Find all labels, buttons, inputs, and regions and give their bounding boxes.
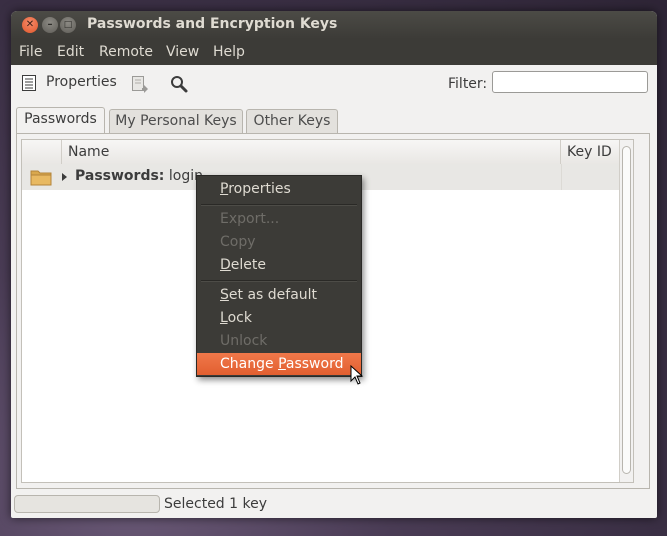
ctx-label-before: Change [220, 356, 279, 372]
row-name-bold: Passwords: [75, 168, 165, 184]
ctx-label-rest: ock [227, 310, 252, 326]
properties-icon [22, 75, 36, 91]
filter-label: Filter: [448, 76, 488, 92]
menu-help[interactable]: Help [213, 44, 245, 60]
expander-arrow-icon[interactable] [62, 173, 67, 181]
progress-bar [14, 495, 160, 513]
mouse-pointer-icon [350, 365, 364, 385]
folder-icon [30, 170, 52, 186]
mnemonic-p: P [220, 181, 229, 197]
properties-label: Properties [46, 74, 117, 90]
column-name-header[interactable]: Name [62, 140, 561, 164]
export-icon[interactable] [131, 75, 151, 95]
ctx-label-rest: et as default [228, 287, 318, 303]
mnemonic-s: S [220, 287, 229, 303]
scrollbar-thumb[interactable] [622, 146, 631, 474]
window-title: Passwords and Encryption Keys [87, 16, 338, 32]
context-export: Export... [220, 211, 280, 227]
row-name: Passwords: login [75, 168, 203, 184]
filter-input[interactable] [492, 71, 648, 93]
context-properties[interactable]: Properties [197, 178, 361, 200]
status-text: Selected 1 key [164, 496, 268, 512]
mnemonic-d: D [220, 257, 231, 273]
search-icon[interactable] [169, 74, 189, 94]
ctx-label-rest: elete [230, 257, 266, 273]
close-icon[interactable]: ✕ [22, 17, 38, 33]
context-menu: Properties Export... Copy Delete Set as … [196, 175, 362, 377]
context-copy: Copy [220, 234, 256, 250]
table-header: Name Key ID [22, 140, 633, 165]
menu-remote[interactable]: Remote [99, 44, 153, 60]
context-change-password[interactable]: Change Password [197, 353, 361, 375]
context-lock[interactable]: Lock [197, 307, 361, 329]
menu-file[interactable]: File [19, 44, 42, 60]
tab-passwords[interactable]: Passwords [16, 107, 105, 134]
minimize-icon[interactable]: – [42, 17, 58, 33]
context-delete[interactable]: Delete [197, 254, 361, 276]
ctx-label-rest: roperties [228, 181, 291, 197]
tab-my-personal-keys[interactable]: My Personal Keys [109, 109, 243, 133]
title-bar[interactable]: ✕ – □ Passwords and Encryption Keys [11, 11, 657, 39]
vertical-scrollbar[interactable] [619, 140, 633, 482]
column-divider [561, 164, 562, 190]
mnemonic-l: L [220, 310, 228, 326]
maximize-icon[interactable]: □ [60, 17, 76, 33]
column-icon-header[interactable] [22, 140, 62, 164]
status-bar: Selected 1 key [11, 491, 657, 518]
menu-view[interactable]: View [166, 44, 199, 60]
menu-separator [201, 280, 357, 282]
context-unlock: Unlock [220, 333, 268, 349]
menu-separator [201, 204, 357, 206]
tab-other-keys[interactable]: Other Keys [246, 109, 338, 133]
ctx-label-rest: assword [285, 356, 344, 372]
menu-edit[interactable]: Edit [57, 44, 84, 60]
mnemonic-p2: P [278, 356, 286, 372]
menubar: File Edit Remote View Help [11, 39, 657, 65]
context-set-as-default[interactable]: Set as default [197, 284, 361, 306]
